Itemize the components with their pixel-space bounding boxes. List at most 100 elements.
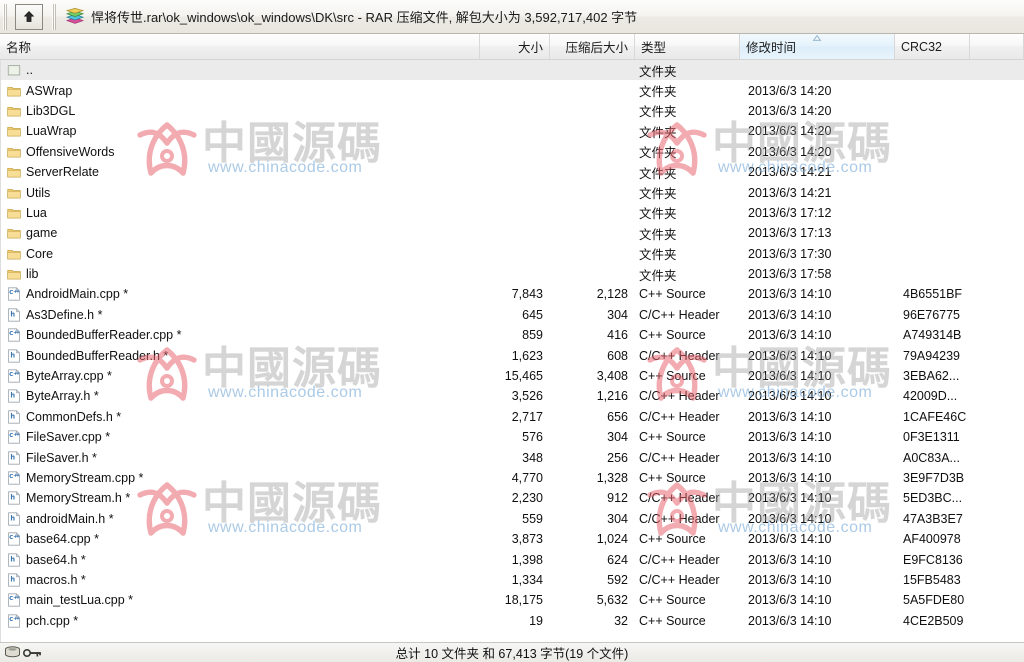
file-name-cell[interactable]: h androidMain.h *	[1, 512, 481, 526]
file-name-cell[interactable]: Utils	[1, 186, 481, 200]
file-row[interactable]: Utils 文件夹 2013/6/3 14:21	[1, 182, 1024, 202]
file-row[interactable]: C + + AndroidMain.cpp * 7,843 2,128 C++ Source…	[1, 284, 1024, 304]
file-row[interactable]: h CommonDefs.h * 2,717 656 C/C++ Header 2013/…	[1, 407, 1024, 427]
file-row[interactable]: C + + pch.cpp * 19 32 C++ Source 2013/6/3 14:10…	[1, 611, 1024, 631]
file-name-label: AndroidMain.cpp *	[26, 287, 129, 302]
folder-icon	[7, 127, 21, 137]
file-row[interactable]: C + + FileSaver.cpp * 576 304 C++ Source 2013/6…	[1, 427, 1024, 447]
file-row[interactable]: .. 文件夹	[1, 60, 1024, 81]
file-type-cell: 文件夹	[639, 166, 677, 181]
file-row[interactable]: C + + main_testLua.cpp * 18,175 5,632 C++ Sour…	[1, 590, 1024, 610]
file-type-cell: C/C++ Header	[639, 572, 720, 587]
modified-time-cell: 2013/6/3 14:10	[748, 389, 832, 404]
file-row[interactable]: h androidMain.h * 559 304 C/C++ Header 2013/6…	[1, 509, 1024, 529]
cpp-icon: C ++	[8, 369, 21, 383]
file-size-cell: 19	[529, 613, 543, 628]
file-name-cell[interactable]: h base64.h *	[1, 553, 481, 567]
header-icon: h	[8, 348, 21, 363]
folder-icon	[7, 147, 21, 158]
file-name-cell[interactable]: h ByteArray.h *	[1, 389, 481, 403]
file-name-cell[interactable]: ASWrap	[1, 84, 481, 98]
column-header-type[interactable]: 类型	[635, 34, 740, 59]
packed-size-cell: 1,024	[596, 532, 628, 547]
file-list[interactable]: .. 文件夹 ASWrap 文件夹 2013/6/3 14:20 Lib3DGL 文件夹 20…	[0, 60, 1024, 642]
file-name-label: BoundedBufferReader.h *	[26, 348, 169, 363]
file-row[interactable]: h FileSaver.h * 348 256 C/C++ Header 2013/6/3…	[1, 447, 1024, 467]
file-name-cell[interactable]: Lib3DGL	[1, 104, 481, 118]
column-header-size[interactable]: 大小	[480, 34, 550, 59]
header-icon: h	[8, 552, 21, 567]
file-name-cell[interactable]: C + + pch.cpp *	[1, 614, 481, 628]
file-row[interactable]: Lib3DGL 文件夹 2013/6/3 14:20	[1, 101, 1024, 121]
column-header-label: 大小	[517, 41, 543, 55]
file-name-cell[interactable]: Lua	[1, 206, 481, 220]
file-name-cell[interactable]: C + + BoundedBufferReader.cpp *	[1, 328, 481, 342]
crc32-cell: 0F3E1311	[903, 430, 960, 445]
file-row[interactable]: ServerRelate 文件夹 2013/6/3 14:21	[1, 162, 1024, 182]
file-name-cell[interactable]: h BoundedBufferReader.h *	[1, 349, 481, 363]
file-name-cell[interactable]: h MemoryStream.h *	[1, 491, 481, 505]
file-name-cell[interactable]: h As3Define.h *	[1, 308, 481, 322]
column-header-packed[interactable]: 压缩后大小	[550, 34, 635, 59]
archive-path-bar[interactable]: 悍将传世.rar\ok_windows\ok_windows\DK\src - …	[66, 4, 1024, 30]
navigate-up-button[interactable]	[15, 3, 43, 30]
svg-text:+: +	[16, 330, 20, 336]
file-row[interactable]: h macros.h * 1,334 592 C/C++ Header 2013/6/3 …	[1, 570, 1024, 590]
file-row[interactable]: C + + BoundedBufferReader.cpp * 859 416 C++ So…	[1, 325, 1024, 345]
file-row[interactable]: ASWrap 文件夹 2013/6/3 14:20	[1, 80, 1024, 100]
column-header-date[interactable]: 修改时间	[740, 34, 895, 59]
file-name-cell[interactable]: h CommonDefs.h *	[1, 410, 481, 424]
file-name-cell[interactable]: C + + main_testLua.cpp *	[1, 593, 481, 607]
file-type-cell: C++ Source	[639, 471, 706, 485]
file-row[interactable]: h base64.h * 1,398 624 C/C++ Header 2013/6/3 …	[1, 549, 1024, 569]
column-header-pad[interactable]	[970, 34, 1024, 59]
file-row[interactable]: h ByteArray.h * 3,526 1,216 C/C++ Header 2013…	[1, 386, 1024, 406]
file-name-cell[interactable]: LuaWrap	[1, 124, 481, 138]
file-row[interactable]: h MemoryStream.h * 2,230 912 C/C++ Header 201…	[1, 488, 1024, 508]
file-row[interactable]: Lua 文件夹 2013/6/3 17:12	[1, 203, 1024, 223]
file-type-cell: 文件夹	[639, 187, 677, 202]
status-bar: 总计 10 文件夹 和 67,413 字节(19 个文件)	[0, 642, 1024, 662]
packed-size-cell: 2,128	[596, 287, 628, 302]
column-header-label: CRC32	[901, 39, 942, 54]
file-name-cell[interactable]: C + + base64.cpp *	[1, 532, 481, 546]
header-icon: h	[8, 307, 21, 322]
file-name-cell[interactable]: OffensiveWords	[1, 145, 481, 159]
column-header-crc[interactable]: CRC32	[895, 34, 970, 59]
file-row[interactable]: C + + MemoryStream.cpp * 4,770 1,328 C++ Sourc…	[1, 468, 1024, 488]
file-name-cell[interactable]: C + + ByteArray.cpp *	[1, 369, 481, 383]
svg-text:+: +	[16, 473, 20, 479]
file-row[interactable]: game 文件夹 2013/6/3 17:13	[1, 223, 1024, 243]
modified-time-cell: 2013/6/3 14:10	[748, 613, 832, 628]
file-row[interactable]: Core 文件夹 2013/6/3 17:30	[1, 244, 1024, 264]
column-header-name[interactable]: 名称	[0, 34, 480, 59]
file-name-cell[interactable]: lib	[1, 267, 481, 281]
file-name-cell[interactable]: game	[1, 226, 481, 240]
file-name-cell[interactable]: h FileSaver.h *	[1, 451, 481, 465]
file-row[interactable]: OffensiveWords 文件夹 2013/6/3 14:20	[1, 142, 1024, 162]
file-size-cell: 3,873	[511, 532, 543, 547]
file-name-cell[interactable]: ServerRelate	[1, 165, 481, 179]
file-type-cell: 文件夹	[639, 268, 677, 283]
header-icon: h	[8, 389, 21, 404]
file-row[interactable]: C + + ByteArray.cpp * 15,465 3,408 C++ Source 2…	[1, 366, 1024, 386]
file-name-cell[interactable]: C + + MemoryStream.cpp *	[1, 471, 481, 485]
file-name-cell[interactable]: h macros.h *	[1, 573, 481, 587]
key-icon	[23, 648, 41, 657]
file-name-cell[interactable]: C + + FileSaver.cpp *	[1, 430, 481, 444]
file-name-label: LuaWrap	[26, 124, 77, 139]
file-size-cell: 1,623	[511, 348, 543, 363]
file-name-cell[interactable]: ..	[1, 63, 481, 77]
crc32-cell: 3EBA62...	[903, 369, 960, 384]
file-row[interactable]: lib 文件夹 2013/6/3 17:58	[1, 264, 1024, 284]
file-name-cell[interactable]: C + + AndroidMain.cpp *	[1, 287, 481, 301]
file-row[interactable]: h As3Define.h * 645 304 C/C++ Header 2013/6/3…	[1, 305, 1024, 325]
file-row[interactable]: C + + base64.cpp * 3,873 1,024 C++ Source 2013/…	[1, 529, 1024, 549]
file-row[interactable]: LuaWrap 文件夹 2013/6/3 14:20	[1, 121, 1024, 141]
toolbar-grip[interactable]	[3, 3, 7, 30]
file-type-cell: C/C++ Header	[639, 450, 720, 465]
file-name-cell[interactable]: Core	[1, 247, 481, 261]
column-header-label: 压缩后大小	[565, 41, 628, 55]
crc32-cell: AF400978	[903, 532, 961, 547]
file-row[interactable]: h BoundedBufferReader.h * 1,623 608 C/C++ He…	[1, 345, 1024, 365]
